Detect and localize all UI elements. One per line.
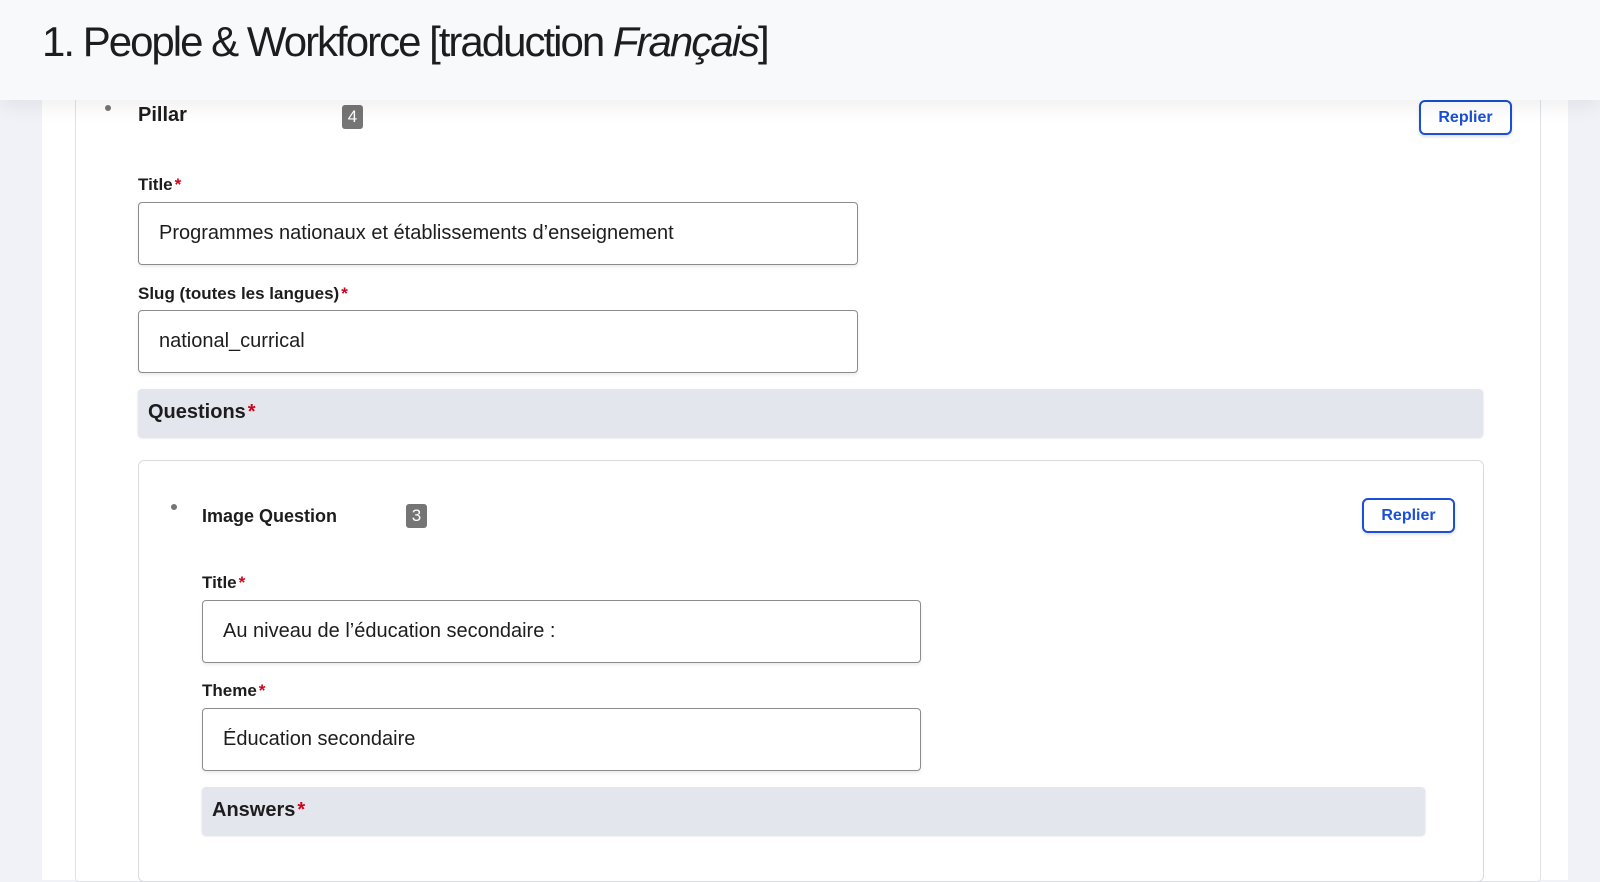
page-header: 1. People & Workforce [traduction França…	[0, 0, 1600, 100]
answers-section-header: Answers *	[202, 787, 1425, 835]
pillar-title-label-text: Title	[138, 175, 173, 194]
questions-section-label: Questions	[148, 401, 246, 423]
required-marker: *	[174, 175, 182, 194]
question-title-label: Title *	[202, 573, 245, 593]
pillar-collapse-button[interactable]: Replier	[1419, 100, 1512, 135]
question-title-input[interactable]	[202, 600, 921, 663]
page-title-prefix: 1. People & Workforce [traduction	[42, 18, 613, 65]
pillar-title-input[interactable]	[138, 202, 858, 265]
pillar-count-badge: 4	[342, 105, 363, 129]
pillar-title-label: Title *	[138, 175, 181, 195]
slug-input[interactable]	[138, 310, 858, 373]
question-collapse-button[interactable]: Replier	[1362, 498, 1455, 533]
page-title-language: Français	[612, 18, 760, 65]
required-marker: *	[258, 681, 266, 700]
answers-section-title: Answers *	[212, 799, 305, 822]
required-marker: *	[238, 573, 246, 592]
theme-input[interactable]	[202, 708, 921, 771]
answers-section-label: Answers	[212, 799, 296, 821]
page-title-suffix: ]	[757, 18, 770, 65]
slug-label: Slug (toutes les langues) *	[138, 284, 348, 304]
slug-label-text: Slug (toutes les langues)	[138, 284, 340, 303]
pillar-bullet	[105, 105, 111, 111]
questions-section-header: Questions *	[138, 389, 1483, 437]
required-marker: *	[297, 799, 306, 821]
theme-label-text: Theme	[202, 681, 257, 700]
pillar-label: Pillar	[138, 104, 187, 126]
page-title: 1. People & Workforce [traduction França…	[42, 18, 770, 66]
question-bullet	[171, 504, 177, 510]
questions-section-title: Questions *	[148, 401, 256, 424]
required-marker: *	[247, 401, 256, 423]
question-count-badge: 3	[406, 504, 427, 528]
required-marker: *	[341, 284, 348, 303]
theme-label: Theme *	[202, 681, 265, 701]
question-title-label-text: Title	[202, 573, 237, 592]
question-label: Image Question	[202, 506, 338, 526]
